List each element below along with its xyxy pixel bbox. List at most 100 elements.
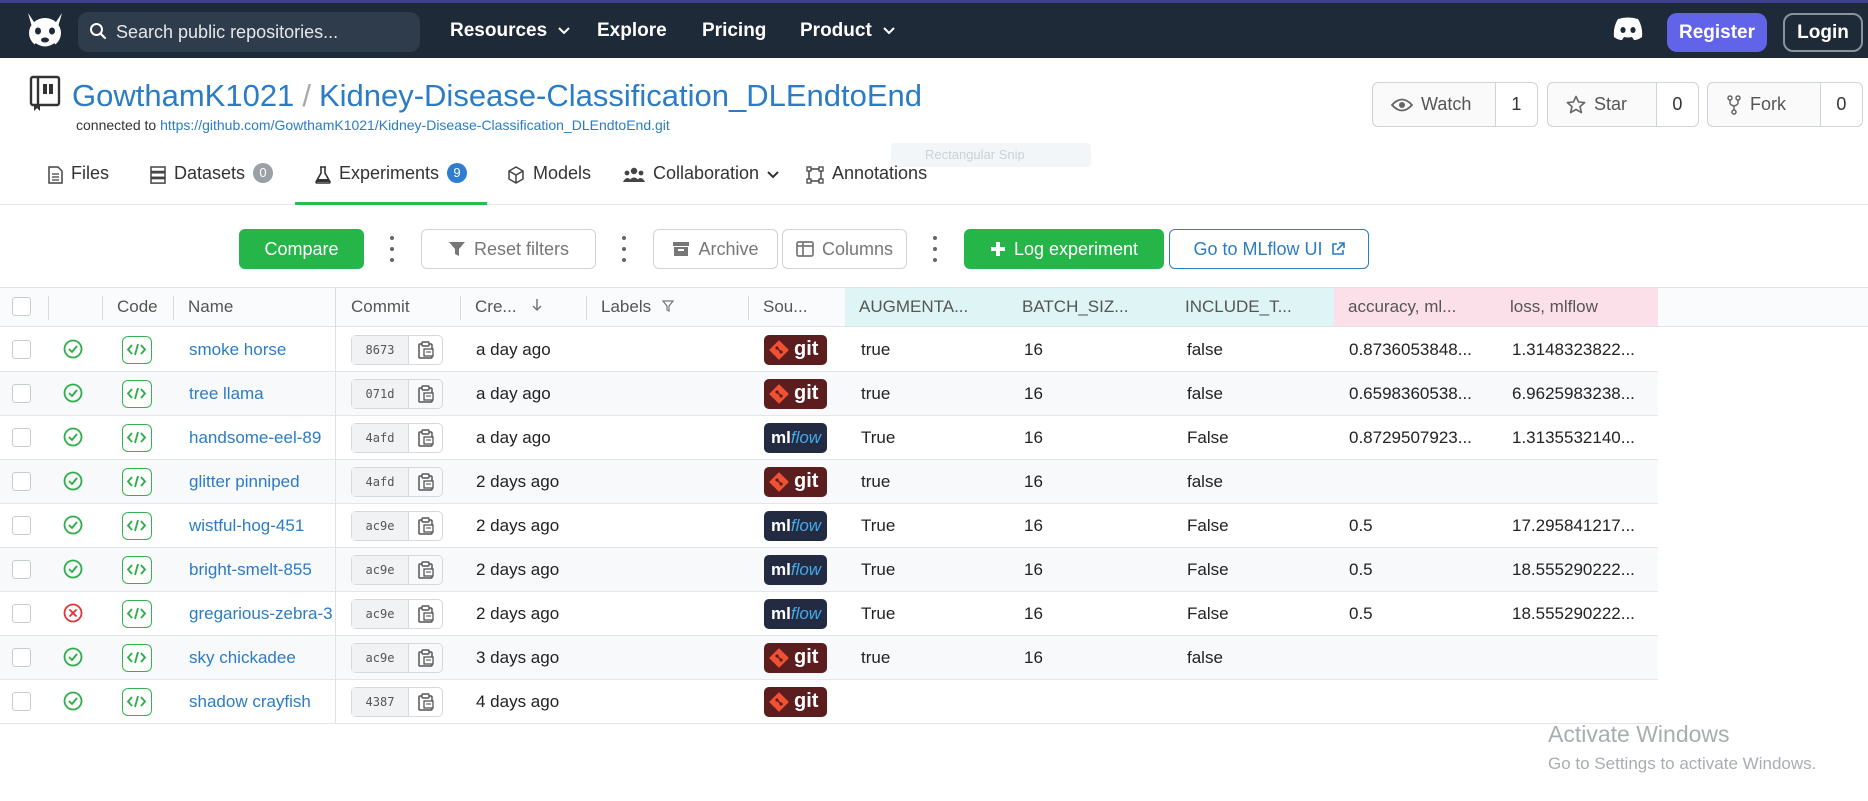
more-options-icon[interactable] [621, 236, 627, 262]
table-row[interactable]: gregarious-zebra-3 ac9e 2 days ago mlflo… [0, 592, 1658, 636]
experiment-name-link[interactable]: tree llama [189, 372, 334, 415]
table-row[interactable]: bright-smelt-855 ac9e 2 days ago mlflow … [0, 548, 1658, 592]
clipboard-icon[interactable] [409, 688, 442, 716]
commit-hash[interactable]: 4afd [352, 468, 409, 496]
experiment-name-link[interactable]: gregarious-zebra-3 [189, 592, 334, 635]
column-header-code[interactable]: Code [103, 288, 173, 326]
experiment-name-link[interactable]: glitter pinniped [189, 460, 334, 503]
table-row[interactable]: wistful-hog-451 ac9e 2 days ago mlflow T… [0, 504, 1658, 548]
select-all-checkbox[interactable] [12, 297, 31, 316]
mlflow-ui-button[interactable]: Go to MLflow UI [1169, 229, 1369, 269]
code-icon[interactable] [122, 424, 152, 452]
row-checkbox[interactable] [12, 692, 31, 711]
table-row[interactable]: smoke horse 8673 a day ago git true 16 f… [0, 328, 1658, 372]
tab-annotations[interactable]: Annotations [806, 163, 927, 205]
success-check-icon [63, 471, 83, 496]
column-header-loss[interactable]: loss, mlflow [1496, 288, 1658, 326]
column-header-source[interactable]: Sou... [749, 288, 845, 326]
reset-filters-button[interactable]: Reset filters [421, 229, 596, 269]
login-button[interactable]: Login [1783, 13, 1863, 52]
column-header-commit[interactable]: Commit [337, 288, 459, 326]
column-header-include-top[interactable]: INCLUDE_T... [1171, 288, 1334, 326]
clipboard-icon[interactable] [409, 380, 442, 408]
experiment-name-link[interactable]: handsome-eel-89 [189, 416, 334, 459]
row-checkbox[interactable] [12, 604, 31, 623]
nav-product[interactable]: Product [800, 20, 895, 42]
code-icon[interactable] [122, 468, 152, 496]
clipboard-icon[interactable] [409, 600, 442, 628]
register-button[interactable]: Register [1667, 13, 1767, 52]
discord-icon[interactable] [1612, 17, 1644, 41]
column-header-augmentation[interactable]: AUGMENTA... [845, 288, 1008, 326]
commit-hash[interactable]: ac9e [352, 512, 409, 540]
connected-repo-link[interactable]: https://github.com/GowthamK1021/Kidney-D… [160, 117, 670, 133]
table-row[interactable]: sky chickadee ac9e 3 days ago git true 1… [0, 636, 1658, 680]
fork-button[interactable]: Fork 0 [1707, 82, 1863, 127]
nav-pricing[interactable]: Pricing [702, 20, 766, 42]
archive-button[interactable]: Archive [653, 229, 778, 269]
watch-label: Watch [1421, 94, 1472, 114]
row-checkbox[interactable] [12, 648, 31, 667]
dagshub-logo-icon[interactable] [22, 9, 68, 53]
clipboard-icon[interactable] [409, 424, 442, 452]
experiment-name-link[interactable]: sky chickadee [189, 636, 334, 679]
column-header-labels[interactable]: Labels [587, 288, 747, 326]
columns-button[interactable]: Columns [782, 229, 907, 269]
table-row[interactable]: handsome-eel-89 4afd a day ago mlflow Tr… [0, 416, 1658, 460]
repo-owner-link[interactable]: GowthamK1021 [72, 78, 294, 113]
clipboard-icon[interactable] [409, 556, 442, 584]
clipboard-icon[interactable] [409, 336, 442, 364]
commit-hash[interactable]: ac9e [352, 644, 409, 672]
column-header-name[interactable]: Name [174, 288, 334, 326]
watch-button[interactable]: Watch 1 [1372, 82, 1538, 127]
more-options-icon[interactable] [932, 236, 938, 262]
tab-files[interactable]: Files [48, 163, 109, 205]
nav-explore[interactable]: Explore [597, 20, 667, 42]
clipboard-icon[interactable] [409, 512, 442, 540]
batch-size-value: 16 [1024, 340, 1043, 359]
experiment-name-link[interactable]: wistful-hog-451 [189, 504, 334, 547]
row-checkbox[interactable] [12, 428, 31, 447]
clipboard-icon[interactable] [409, 468, 442, 496]
row-checkbox[interactable] [12, 472, 31, 491]
log-experiment-button[interactable]: Log experiment [964, 229, 1164, 269]
nav-resources[interactable]: Resources [450, 20, 571, 42]
row-checkbox[interactable] [12, 340, 31, 359]
compare-button[interactable]: Compare [239, 229, 364, 269]
commit-hash[interactable]: ac9e [352, 600, 409, 628]
commit-hash[interactable]: 4387 [352, 688, 409, 716]
row-checkbox[interactable] [12, 384, 31, 403]
tab-datasets[interactable]: Datasets 0 [150, 163, 274, 205]
table-row[interactable]: glitter pinniped 4afd 2 days ago git tru… [0, 460, 1658, 504]
column-header-batch-size[interactable]: BATCH_SIZ... [1008, 288, 1171, 326]
column-header-created[interactable]: Cre... [461, 288, 586, 326]
experiment-name-link[interactable]: shadow crayfish [189, 680, 334, 723]
star-button[interactable]: Star 0 [1547, 82, 1699, 127]
commit-hash[interactable]: ac9e [352, 556, 409, 584]
tab-collaboration[interactable]: Collaboration [623, 163, 779, 205]
code-icon[interactable] [122, 556, 152, 584]
repo-name-link[interactable]: Kidney-Disease-Classification_DLEndtoEnd [319, 78, 922, 113]
code-icon[interactable] [122, 688, 152, 716]
code-icon[interactable] [122, 380, 152, 408]
clipboard-icon[interactable] [409, 644, 442, 672]
tab-models[interactable]: Models [507, 163, 591, 205]
commit-hash[interactable]: 071d [352, 380, 409, 408]
more-options-icon[interactable] [389, 236, 395, 262]
column-header-accuracy[interactable]: accuracy, ml... [1334, 288, 1496, 326]
created-time: 2 days ago [476, 560, 560, 579]
search-box[interactable]: Search public repositories... [78, 12, 420, 52]
code-icon[interactable] [122, 644, 152, 672]
commit-hash[interactable]: 8673 [352, 336, 409, 364]
experiment-name-link[interactable]: smoke horse [189, 328, 334, 371]
tab-experiments[interactable]: Experiments 9 [295, 163, 487, 205]
code-icon[interactable] [122, 512, 152, 540]
row-checkbox[interactable] [12, 560, 31, 579]
commit-hash[interactable]: 4afd [352, 424, 409, 452]
table-row[interactable]: shadow crayfish 4387 4 days ago git [0, 680, 1658, 724]
table-row[interactable]: tree llama 071d a day ago git true 16 fa… [0, 372, 1658, 416]
code-icon[interactable] [122, 600, 152, 628]
row-checkbox[interactable] [12, 516, 31, 535]
experiment-name-link[interactable]: bright-smelt-855 [189, 548, 334, 591]
code-icon[interactable] [122, 336, 152, 364]
